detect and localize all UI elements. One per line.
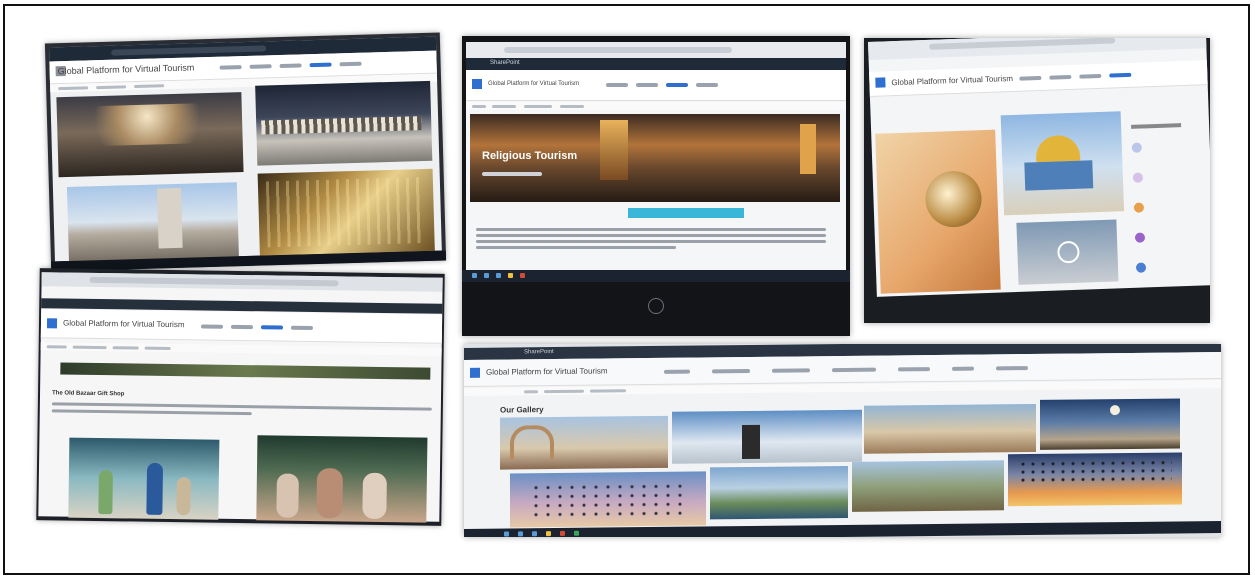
collage-frame: Global Platform for Virtual Tourism Shar… xyxy=(3,4,1250,575)
gallery-heading: Our Gallery xyxy=(500,405,544,415)
hp-logo-icon xyxy=(648,298,664,314)
site-title-4: Global Platform for Virtual Tourism xyxy=(62,318,185,330)
globe-logo-icon xyxy=(924,170,983,229)
gallery-image xyxy=(852,460,1004,512)
gallery-image xyxy=(500,415,668,470)
pottery-image xyxy=(256,435,428,523)
photo-top-left: Global Platform for Virtual Tourism xyxy=(44,32,447,272)
sharepoint-logo-icon xyxy=(472,79,482,89)
play-icon[interactable] xyxy=(1057,240,1080,264)
page-heading: Religious Tourism xyxy=(482,150,578,162)
gallery-image xyxy=(510,471,706,528)
highlighted-link[interactable] xyxy=(628,208,744,218)
banner-strip xyxy=(60,362,431,380)
windows-taskbar-icon xyxy=(462,270,850,282)
photo-bottom-left: Global Platform for Virtual Tourism The … xyxy=(36,268,445,526)
hero-banner: Religious Tourism xyxy=(470,114,840,202)
gallery-image xyxy=(1008,452,1182,507)
app-name-2: SharePoint xyxy=(524,349,554,356)
photo-top-right: Global Platform for Virtual Tourism xyxy=(864,38,1210,323)
gallery-image xyxy=(56,92,244,178)
site-title-5: Global Platform for Virtual Tourism xyxy=(486,366,608,377)
site-title-3: Global Platform for Virtual Tourism xyxy=(891,73,1014,88)
gallery-image xyxy=(1040,398,1180,450)
sharepoint-logo-icon xyxy=(875,77,886,88)
video-thumbnail xyxy=(1016,219,1119,285)
sharepoint-logo-icon xyxy=(470,367,480,378)
sharepoint-logo-icon xyxy=(46,318,58,329)
gallery-image xyxy=(66,182,240,267)
gallery-image xyxy=(257,168,435,256)
gallery-image xyxy=(710,465,848,520)
photo-bottom-right: SharePoint Global Platform for Virtual T… xyxy=(464,344,1221,537)
site-title-2: Global Platform for Virtual Tourism xyxy=(488,81,580,87)
poster-image xyxy=(875,129,1001,294)
gift-shop-caption: The Old Bazaar Gift Shop xyxy=(51,390,125,398)
app-name: SharePoint xyxy=(490,60,520,66)
photo-top-middle: SharePoint Global Platform for Virtual T… xyxy=(462,36,850,336)
site-title: Global Platform for Virtual Tourism xyxy=(57,62,195,77)
gallery-image xyxy=(672,409,862,464)
dome-image xyxy=(1000,111,1125,216)
vase-image xyxy=(68,437,220,520)
gallery-image xyxy=(864,403,1036,454)
gallery-image xyxy=(255,80,433,166)
